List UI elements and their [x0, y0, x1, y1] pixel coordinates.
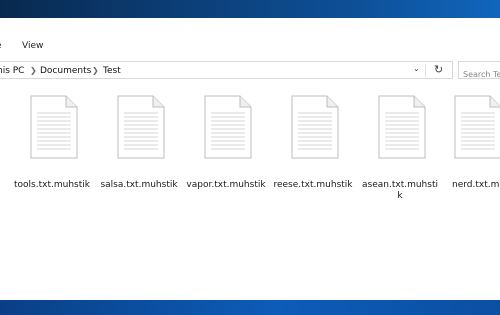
breadcrumb-separator-icon[interactable]: ❯ [30, 65, 37, 77]
file-name: reese.txt.muhstik [273, 180, 353, 190]
text-document-icon [291, 95, 339, 159]
desktop-background-top [0, 0, 500, 18]
file-name: tools.txt.muhstik [14, 180, 90, 190]
refresh-icon[interactable]: ↻ [434, 63, 443, 76]
breadcrumb-test[interactable]: Test [103, 65, 121, 77]
file-item[interactable]: vapor.txt.muhstik [186, 95, 266, 195]
ribbon-tab-view[interactable]: View [22, 41, 43, 51]
breadcrumb-documents[interactable]: Documents [40, 65, 91, 77]
chevron-down-icon[interactable]: ⌄ [413, 64, 420, 73]
taskbar [0, 300, 500, 315]
file-item[interactable]: salsa.txt.muhstik [99, 95, 179, 195]
address-divider [425, 64, 426, 77]
breadcrumb-separator-icon[interactable]: ❯ [92, 65, 99, 77]
search-input[interactable] [463, 67, 500, 82]
search-box[interactable] [458, 61, 500, 82]
file-name: nerd.txt.muhstik [452, 180, 500, 190]
text-document-icon [117, 95, 165, 159]
text-document-icon [30, 95, 78, 159]
file-item[interactable]: tools.txt.muhstik [12, 95, 92, 195]
file-item[interactable]: nerd.txt.muhstik [436, 95, 500, 195]
breadcrumb-this-pc[interactable]: his PC [0, 65, 24, 77]
file-item[interactable]: asean.txt.muhstik [360, 95, 440, 201]
file-item[interactable]: reese.txt.muhstik [273, 95, 353, 195]
file-name: asean.txt.muhstik [362, 180, 438, 201]
file-explorer-window: e View his PC ❯ Documents ❯ Test ⌄ ↻ [0, 18, 500, 300]
address-bar[interactable]: his PC ❯ Documents ❯ Test ⌄ ↻ [0, 61, 453, 79]
file-list: tools.txt.muhstik salsa.txt.muhstik vapo… [0, 82, 500, 300]
text-document-icon [378, 95, 426, 159]
file-name: vapor.txt.muhstik [186, 180, 266, 190]
ribbon: e View [0, 18, 500, 58]
ribbon-tab-share[interactable]: e [0, 41, 2, 51]
text-document-icon [204, 95, 252, 159]
text-document-icon [454, 95, 500, 159]
file-name: salsa.txt.muhstik [100, 180, 178, 190]
